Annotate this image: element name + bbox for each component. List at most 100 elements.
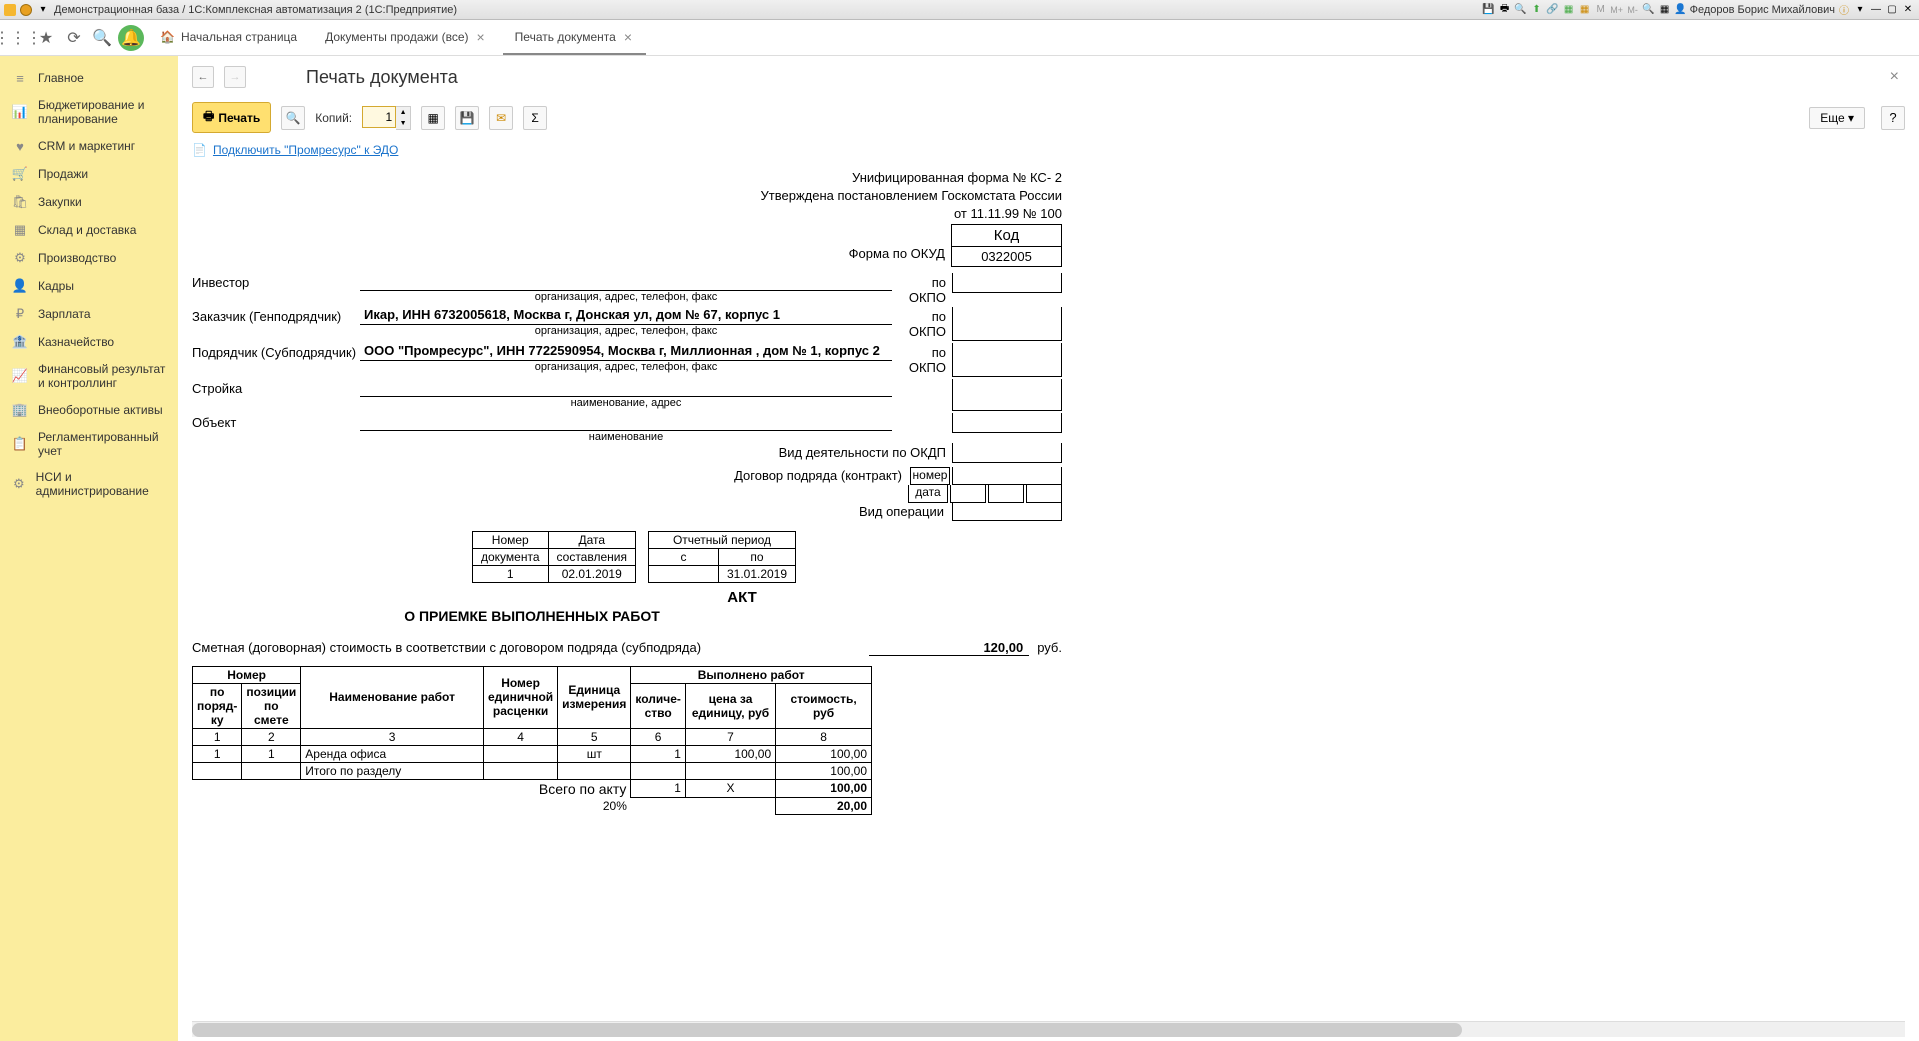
minimize-icon[interactable]: — xyxy=(1869,3,1883,17)
dropdown-icon[interactable]: ▾ xyxy=(36,3,50,17)
m-icon[interactable]: M xyxy=(1594,3,1608,17)
th: Выполнено работ xyxy=(631,666,872,683)
th: стоимость, руб xyxy=(776,683,872,728)
date-d xyxy=(950,485,986,503)
doc-icon: 📄 xyxy=(192,143,207,157)
dropdown2-icon[interactable]: ▾ xyxy=(1853,3,1867,17)
sidebar-item-regulated[interactable]: 📋Регламентированный учет xyxy=(0,424,178,464)
graph-icon: 📈 xyxy=(12,368,28,384)
preview-button[interactable]: 🔍 xyxy=(281,106,305,130)
col-num: 5 xyxy=(558,728,631,745)
apps-icon[interactable]: ⋮⋮⋮ xyxy=(6,26,30,50)
act-subtitle: О ПРИЕМКЕ ВЫПОЛНЕННЫХ РАБОТ xyxy=(192,608,872,624)
maximize-icon[interactable]: ▢ xyxy=(1885,3,1899,17)
spin-down[interactable]: ▼ xyxy=(396,118,410,129)
save-icon[interactable]: 💾 xyxy=(1482,3,1496,17)
grid-icon[interactable]: ▦ xyxy=(1658,3,1672,17)
th: Единица измерения xyxy=(558,666,631,728)
save-button[interactable]: 💾 xyxy=(455,106,479,130)
tab-label: Печать документа xyxy=(515,30,616,44)
sidebar-item-assets[interactable]: 🏢Внеоборотные активы xyxy=(0,396,178,424)
td: 100,00 xyxy=(776,762,872,779)
tab-label: Начальная страница xyxy=(181,30,297,44)
zoom-icon[interactable]: 🔍 xyxy=(1642,3,1656,17)
more-button[interactable]: Еще ▾ xyxy=(1809,107,1865,129)
sidebar-label: Продажи xyxy=(38,167,88,181)
sidebar-item-main[interactable]: ≡Главное xyxy=(0,64,178,92)
op-label: Вид операции xyxy=(859,504,950,519)
link-icon[interactable]: 🔗 xyxy=(1546,3,1560,17)
sidebar-item-warehouse[interactable]: ▦Склад и доставка xyxy=(0,216,178,244)
document-viewport[interactable]: Унифицированная форма № КС- 2 Утверждена… xyxy=(178,159,1919,1021)
sidebar-item-sales[interactable]: 🛒Продажи xyxy=(0,160,178,188)
search-icon[interactable]: 🔍 xyxy=(90,26,114,50)
td: шт xyxy=(558,745,631,762)
m-minus-icon[interactable]: M- xyxy=(1626,3,1640,17)
cal-icon[interactable]: ▦ xyxy=(1578,3,1592,17)
td: 1 xyxy=(631,779,686,798)
print-button[interactable]: 🖶Печать xyxy=(192,102,271,133)
help-button[interactable]: ? xyxy=(1881,106,1905,130)
calc-icon[interactable]: ▦ xyxy=(1562,3,1576,17)
doc-meta-table: НомерДата документасоставления 102.01.20… xyxy=(472,531,636,583)
act-title: АКТ xyxy=(422,589,1062,606)
sidebar-item-hr[interactable]: 👤Кадры xyxy=(0,272,178,300)
tab-sales-docs[interactable]: Документы продажи (все)× xyxy=(313,21,499,55)
col-num: 2 xyxy=(242,728,301,745)
td: 100,00 xyxy=(776,779,872,798)
sidebar-item-crm[interactable]: ♥CRM и маркетинг xyxy=(0,132,178,160)
tab-print-doc[interactable]: Печать документа × xyxy=(503,21,646,55)
upload-icon[interactable]: ⬆ xyxy=(1530,3,1544,17)
sidebar-item-treasury[interactable]: 🏦Казначейство xyxy=(0,328,178,356)
user-name: Федоров Борис Михайлович xyxy=(1690,4,1835,16)
sidebar-item-nsi[interactable]: ⚙НСИ и администрирование xyxy=(0,464,178,504)
sum-button[interactable]: Σ xyxy=(523,106,547,130)
sidebar-label: Регламентированный учет xyxy=(38,430,166,458)
sidebar-item-budget[interactable]: 📊Бюджетирование и планирование xyxy=(0,92,178,132)
scrollbar-thumb[interactable] xyxy=(192,1023,1462,1037)
copies-label: Копий: xyxy=(315,111,352,125)
close-icon[interactable]: × xyxy=(474,29,486,45)
h-scrollbar[interactable] xyxy=(192,1021,1905,1037)
content-area: ← → Печать документа × 🖶Печать 🔍 Копий: … xyxy=(178,56,1919,1041)
star-icon[interactable]: ★ xyxy=(34,26,58,50)
back-button[interactable]: ← xyxy=(192,66,214,88)
m-plus-icon[interactable]: M+ xyxy=(1610,3,1624,17)
copies-input[interactable] xyxy=(362,106,396,128)
app-icon-1c xyxy=(4,4,16,16)
th: Номер единичной расценки xyxy=(483,666,557,728)
form-line3: от 11.11.99 № 100 xyxy=(761,205,1062,223)
page-title: Печать документа xyxy=(306,67,458,88)
td: X xyxy=(685,779,775,798)
close-window-icon[interactable]: ✕ xyxy=(1901,3,1915,17)
th: по поряд-ку xyxy=(193,683,242,728)
tabs-bar: ⋮⋮⋮ ★ ⟳ 🔍 🔔 🏠Начальная страница Документ… xyxy=(0,20,1919,56)
sidebar-item-purchase[interactable]: 🛍Закупки xyxy=(0,188,178,216)
heart-icon: ♥ xyxy=(12,138,28,154)
op-cell xyxy=(952,503,1062,521)
tab-home[interactable]: 🏠Начальная страница xyxy=(148,22,309,54)
sidebar-item-finance[interactable]: 📈 Финансовый результат и контроллинг xyxy=(0,356,178,396)
okpo-cell xyxy=(952,343,1062,377)
sidebar-item-production[interactable]: ⚙Производство xyxy=(0,244,178,272)
contract-num-label: номер xyxy=(910,467,950,485)
preview-icon[interactable]: 🔍 xyxy=(1514,3,1528,17)
customer-label: Заказчик (Генподрядчик) xyxy=(192,307,360,324)
history-icon[interactable]: ⟳ xyxy=(62,26,86,50)
vat-row: 20%20,00 xyxy=(193,798,872,815)
mail-button[interactable]: ✉ xyxy=(489,106,513,130)
notify-icon[interactable]: 🔔 xyxy=(118,25,144,51)
sidebar-label: Финансовый результат и контроллинг xyxy=(38,362,166,390)
forward-button[interactable]: → xyxy=(224,66,246,88)
edo-link[interactable]: Подключить "Промресурс" к ЭДО xyxy=(213,143,398,157)
print-icon[interactable]: 🖶 xyxy=(1498,3,1512,17)
chart-icon: 📊 xyxy=(12,104,28,120)
sidebar-label: Главное xyxy=(38,71,84,85)
sidebar-item-salary[interactable]: ₽Зарплата xyxy=(0,300,178,328)
info-icon[interactable]: ⓘ xyxy=(1837,3,1851,17)
settings-button[interactable]: ▦ xyxy=(421,106,445,130)
spin-up[interactable]: ▲ xyxy=(396,107,410,118)
close-icon[interactable]: × xyxy=(622,29,634,45)
col-num: 6 xyxy=(631,728,686,745)
close-page-button[interactable]: × xyxy=(1884,66,1905,88)
